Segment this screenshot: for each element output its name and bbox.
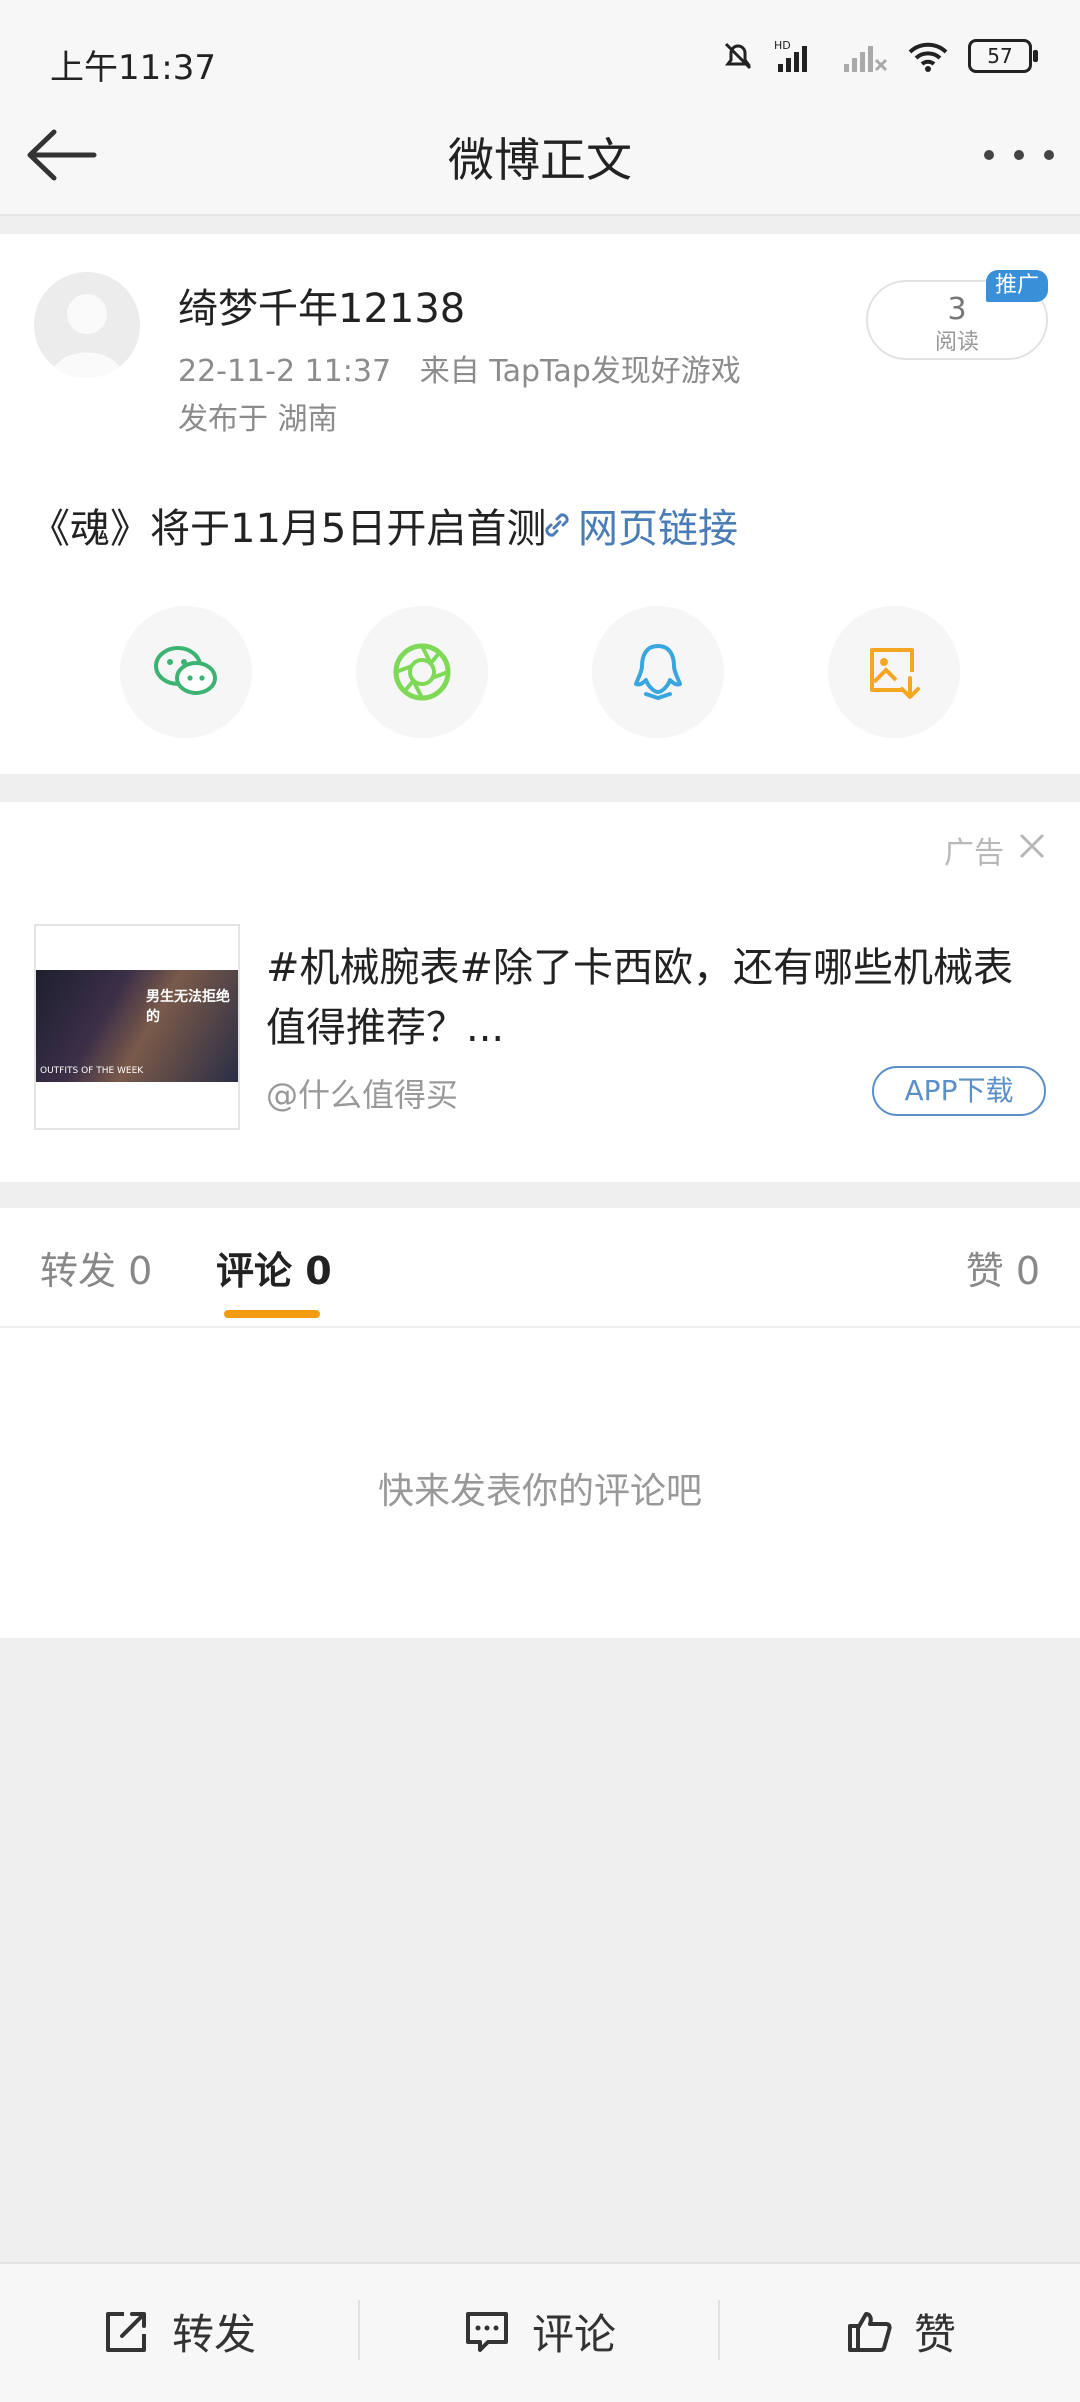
close-icon[interactable] [1018,832,1046,860]
tab-like[interactable]: 赞 0 [966,1240,1040,1295]
reads-label: 阅读 [934,330,979,355]
ad-image-subcaption: OUTFITS OF THE WEEK [40,1066,144,1076]
ad-image: 男生无法拒绝的 OUTFITS OF THE WEEK [36,970,238,1082]
status-time: 上午11:37 [50,48,216,88]
more-dot-icon [1044,150,1054,160]
mute-icon [724,42,752,70]
like-button[interactable]: 赞 [720,2262,1080,2400]
share-wechat-button[interactable] [120,606,252,738]
ad-title[interactable]: #机械腕表#除了卡西欧，还有哪些机械表值得推荐？... [266,938,1036,1058]
thumbs-up-icon [847,2312,892,2352]
qq-icon [634,644,682,701]
app-download-button[interactable]: APP下载 [872,1066,1046,1116]
web-link-label: 网页链接 [578,506,738,552]
post-datetime: 22-11-2 11:37 [178,354,392,389]
post-location: 发布于 湖南 [178,402,338,437]
post-meta: 22-11-2 11:37 来自 TapTap发现好游戏 [178,346,741,390]
status-icons: HD 57 [720,36,1038,76]
more-dot-icon [984,150,994,160]
moments-icon [393,643,451,701]
save-image-button[interactable] [828,606,960,738]
svg-text:HD: HD [774,39,791,52]
ad-source: @什么值得买 [266,1076,459,1114]
wechat-icon [154,646,217,695]
tab-indicator [224,1310,320,1318]
share-icon [105,2312,146,2352]
username[interactable]: 绮梦千年12138 [178,276,465,334]
empty-comments-hint: 快来发表你的评论吧 [377,1471,702,1512]
comment-button[interactable]: 评论 [360,2262,718,2400]
web-link[interactable]: 网页链接 [540,496,738,554]
signal-2-icon [844,46,888,72]
comment-icon [465,2312,508,2352]
share-qq-button[interactable] [592,606,724,738]
link-icon [545,513,569,537]
ad-thumbnail[interactable]: 男生无法拒绝的 OUTFITS OF THE WEEK [34,924,240,1130]
like-label: 赞 [913,2309,956,2359]
battery-indicator: 57 [968,39,1038,73]
repost-label: 转发 [171,2309,256,2359]
more-dot-icon [1014,150,1024,160]
wifi-icon [908,42,948,72]
signal-icon: HD [774,39,807,72]
tab-repost[interactable]: 转发 0 [40,1240,152,1295]
save-image-icon [870,648,920,699]
ad-label: 广告 [944,836,1004,871]
page-title: 微博正文 [448,133,632,187]
share-moments-button[interactable] [356,606,488,738]
more-options-button[interactable] [984,140,1054,170]
default-avatar-icon [50,294,124,378]
post-source[interactable]: 来自 TapTap发现好游戏 [420,354,741,389]
ad-image-caption: 男生无法拒绝的 [146,989,230,1025]
avatar[interactable] [34,272,140,378]
tab-comment[interactable]: 评论 0 [216,1240,332,1295]
repost-button[interactable]: 转发 [0,2262,358,2400]
post-text: 《魂》将于11月5日开启首测 [30,506,547,552]
tab-bar [0,1208,1080,1328]
comment-label: 评论 [531,2309,616,2359]
promo-badge[interactable]: 推广 [986,270,1048,302]
